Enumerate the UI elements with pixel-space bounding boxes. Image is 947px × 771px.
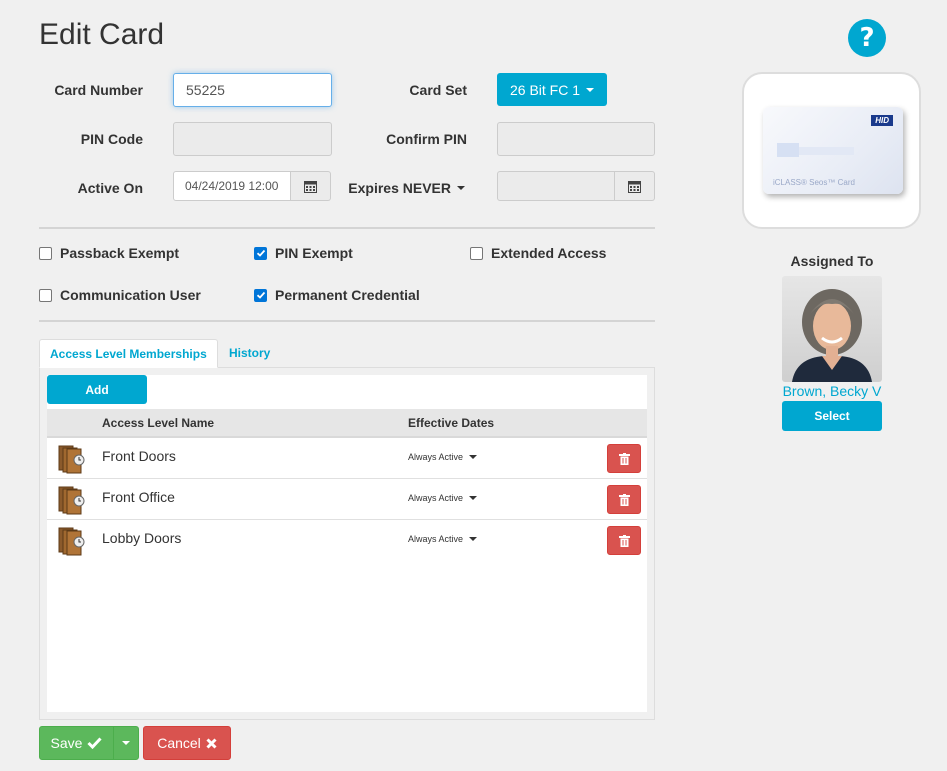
checkbox-permanent-credential[interactable]: Permanent Credential [254,287,420,303]
brand-logo: HID [871,115,893,126]
checkbox-box[interactable] [39,288,52,302]
calendar-icon [628,180,641,193]
card-number-label: Card Number [54,82,143,98]
delete-button[interactable] [607,485,641,514]
chevron-down-icon [122,741,130,745]
effective-dates-dropdown[interactable]: Always Active [408,452,478,462]
chevron-down-icon [469,496,478,500]
access-level-name: Lobby Doors [102,530,182,546]
check-icon [256,291,265,299]
delete-button[interactable] [607,526,641,555]
card-set-label: Card Set [409,82,467,98]
checkbox-label: Extended Access [491,245,607,261]
checkbox-pin-exempt[interactable]: PIN Exempt [254,245,353,261]
avatar [782,276,882,382]
assigned-person-link[interactable]: Brown, Becky V [772,383,892,399]
checkbox-label: Communication User [60,287,201,303]
tab-history[interactable]: History [219,339,280,368]
effective-dates-value: Always Active [408,493,464,503]
confirm-pin-input[interactable] [497,122,655,156]
card-set-value: 26 Bit FC 1 [509,81,581,98]
select-person-button[interactable]: Select [782,401,882,431]
person-photo [792,289,872,382]
checkbox-box[interactable] [39,246,52,260]
delete-button[interactable] [607,444,641,473]
chevron-down-icon [457,186,465,190]
active-on-label: Active On [77,180,143,196]
panel-body: Add Access Level Name Effective Dates Fr… [47,375,647,712]
door-group-icon [58,445,85,474]
divider [39,227,655,229]
chevron-down-icon [469,537,478,541]
cancel-label: Cancel [157,735,201,751]
card-number-input[interactable]: 55225 [173,73,332,107]
access-level-name: Front Doors [102,448,176,464]
door-group-icon [58,486,85,515]
checkbox-label: PIN Exempt [275,245,353,261]
checkbox-extended-access[interactable]: Extended Access [470,245,606,261]
chevron-down-icon [469,455,478,459]
access-level-name: Front Office [102,489,175,505]
pin-code-input[interactable] [173,122,332,156]
chevron-down-icon [586,87,595,92]
checkbox-box[interactable] [254,246,267,260]
effective-dates-value: Always Active [408,452,464,462]
expires-calendar-button[interactable] [615,171,655,201]
save-label: Save [50,735,83,751]
assigned-to-heading: Assigned To [790,253,874,269]
table-row: Lobby Doors Always Active [47,520,647,561]
checkbox-box[interactable] [254,288,267,302]
calendar-icon [304,180,317,193]
checkbox-label: Passback Exempt [60,245,180,261]
card-image-box: HID iCLASS® Seos™ Card [742,72,921,229]
cancel-button[interactable]: Cancel [143,726,231,760]
checkbox-passback-exempt[interactable]: Passback Exempt [39,245,179,261]
card-chip [777,143,799,157]
column-header-name: Access Level Name [102,416,215,430]
effective-dates-value: Always Active [408,534,464,544]
door-group-icon [58,527,85,556]
expires-input[interactable] [497,171,615,201]
trash-icon [618,452,630,465]
card-product-name: iCLASS® Seos™ Card [773,178,855,187]
pin-code-label: PIN Code [80,131,143,147]
check-icon [256,249,265,257]
page-title: Edit Card [39,18,165,51]
checkbox-communication-user[interactable]: Communication User [39,287,201,303]
expires-dropdown[interactable]: Expires NEVER [340,180,465,196]
active-on-input[interactable]: 04/24/2019 12:00 [173,171,291,201]
tab-access-level-memberships[interactable]: Access Level Memberships [39,339,218,368]
save-button[interactable]: Save [39,726,114,760]
add-button[interactable]: Add [47,375,147,404]
confirm-pin-label: Confirm PIN [386,131,467,147]
trash-icon [618,493,630,506]
check-icon [87,737,103,749]
save-options-dropdown[interactable] [113,726,139,760]
close-icon [206,737,217,749]
active-on-calendar-button[interactable] [291,171,331,201]
access-level-panel: Add Access Level Name Effective Dates Fr… [39,367,655,720]
effective-dates-dropdown[interactable]: Always Active [408,534,478,544]
table-header: Access Level Name Effective Dates [47,409,647,438]
table-row: Front Office Always Active [47,479,647,520]
checkbox-label: Permanent Credential [275,287,420,303]
table-row: Front Doors Always Active [47,438,647,479]
card-set-dropdown[interactable]: 26 Bit FC 1 [497,73,607,106]
expires-label: Expires NEVER [348,180,451,196]
card-stripe [799,147,854,155]
help-icon[interactable]: ? [848,19,886,57]
trash-icon [618,534,630,547]
column-header-dates: Effective Dates [408,416,495,430]
divider [39,320,655,322]
effective-dates-dropdown[interactable]: Always Active [408,493,478,503]
card-image: HID iCLASS® Seos™ Card [763,107,903,194]
checkbox-box[interactable] [470,246,483,260]
